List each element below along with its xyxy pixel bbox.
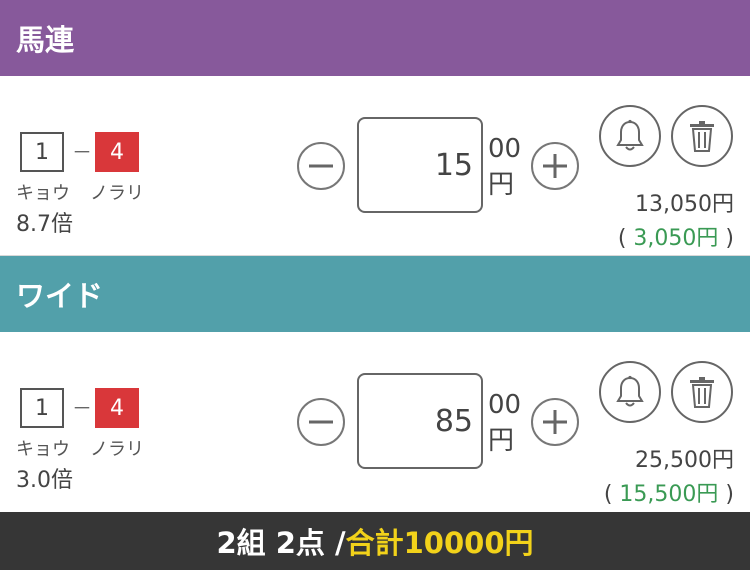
bet-row: 1 － 4 キョウ ノラリ 3.0倍 85 00 円 25,500円 ( 15,… (0, 332, 750, 512)
profit-line: ( 3,050円 ) (618, 220, 734, 252)
payout-amount: 25,500円 (635, 448, 734, 473)
amount-unit-hundreds: 00 (488, 134, 522, 164)
bet-summary-footer: 2組 2点 / 合計10000円 (0, 512, 750, 570)
horse-number-badge: 1 (20, 388, 64, 428)
notify-button[interactable] (599, 361, 661, 423)
profit-paren-open: ( (603, 482, 613, 507)
horse-separator: － (72, 396, 92, 420)
minus-icon (309, 164, 333, 168)
profit-paren-close: ) (725, 226, 734, 251)
payout-amount: 13,050円 (635, 192, 734, 217)
trash-icon (690, 377, 714, 408)
plus-icon (543, 410, 567, 434)
bell-icon (616, 375, 644, 407)
bet-amount-value: 85 (434, 403, 473, 439)
horse-name: ノラリ (90, 439, 144, 460)
bet-summary-count: 2組 2点 / (216, 526, 346, 560)
horse-separator: － (72, 140, 92, 164)
bet-amount-input[interactable]: 85 (357, 373, 483, 469)
horse-number-badge: 4 (95, 388, 139, 428)
horse-name: キョウ (16, 183, 70, 204)
profit-amount: 15,500円 (619, 482, 719, 507)
amount-unit-yen: 円 (488, 170, 515, 200)
horse-number-badge: 1 (20, 132, 64, 172)
bet-row: 1 － 4 キョウ ノラリ 8.7倍 15 00 円 13,050円 ( 3,0… (0, 76, 750, 256)
notify-button[interactable] (599, 105, 661, 167)
trash-icon (690, 121, 714, 152)
amount-unit-hundreds: 00 (488, 390, 522, 420)
section-title: ワイド (16, 279, 104, 313)
plus-icon (543, 154, 567, 178)
odds-value: 8.7倍 (16, 212, 73, 237)
delete-button[interactable] (671, 361, 733, 423)
bet-amount-input[interactable]: 15 (357, 117, 483, 213)
profit-paren-open: ( (617, 226, 627, 251)
bet-summary-total: 合計10000円 (345, 526, 534, 560)
odds-value: 3.0倍 (16, 468, 73, 493)
section-title: 馬連 (16, 23, 75, 57)
decrease-amount-button[interactable] (297, 142, 345, 190)
delete-button[interactable] (671, 105, 733, 167)
profit-paren-close: ) (725, 482, 734, 507)
horse-name: キョウ (16, 439, 70, 460)
section-header-umaren: 馬連 (0, 0, 750, 76)
profit-amount: 3,050円 (633, 226, 719, 251)
profit-line: ( 15,500円 ) (604, 476, 734, 508)
amount-unit-yen: 円 (488, 426, 515, 456)
section-header-wide: ワイド (0, 256, 750, 332)
increase-amount-button[interactable] (531, 398, 579, 446)
minus-icon (309, 420, 333, 424)
increase-amount-button[interactable] (531, 142, 579, 190)
bell-icon (616, 119, 644, 151)
horse-number-badge: 4 (95, 132, 139, 172)
horse-name: ノラリ (90, 183, 144, 204)
decrease-amount-button[interactable] (297, 398, 345, 446)
bet-amount-value: 15 (434, 147, 473, 183)
